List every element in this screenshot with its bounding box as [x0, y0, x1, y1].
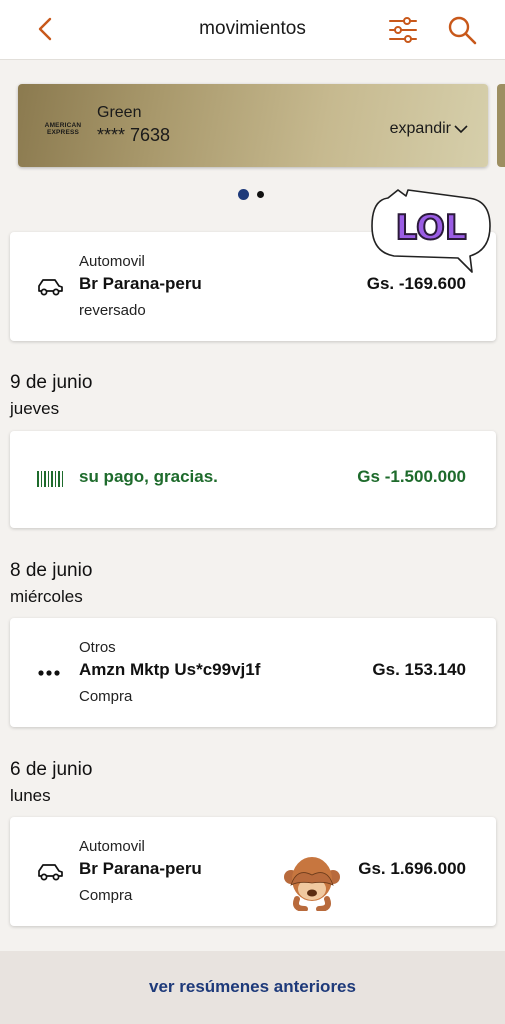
- barcode-icon: [37, 471, 63, 487]
- amex-logo: AMERICAN EXPRESS: [44, 122, 82, 136]
- transaction-status: Compra: [79, 887, 133, 904]
- transaction-amount: Gs. 1.696.000: [358, 859, 466, 878]
- pager-dot-active[interactable]: [238, 189, 249, 200]
- lol-sticker: LOL: [371, 189, 491, 273]
- pager-dot[interactable]: [257, 191, 264, 198]
- top-bar: movimientos: [0, 0, 505, 60]
- more-dots-icon: [38, 670, 60, 676]
- transaction-amount: Gs. -169.600: [366, 274, 466, 293]
- transaction-row[interactable]: Automovil Br Parana-peru Compra Gs. 1.69…: [10, 817, 496, 926]
- chevron-down-icon: [454, 125, 468, 134]
- car-icon: [38, 864, 63, 881]
- car-icon: [38, 279, 63, 296]
- transaction-category: Automovil: [79, 253, 145, 270]
- see-no-evil-monkey-icon: [284, 857, 340, 911]
- page-title: movimientos: [199, 18, 306, 39]
- transaction-amount: Gs. 153.140: [372, 660, 466, 679]
- transaction-category: Otros: [79, 639, 116, 656]
- expand-button[interactable]: expandir: [390, 120, 468, 138]
- transaction-status: Compra: [79, 688, 133, 705]
- next-card-peek[interactable]: [497, 84, 505, 167]
- transaction-amount: Gs -1.500.000: [357, 467, 466, 486]
- transaction-merchant: su pago, gracias.: [79, 467, 218, 486]
- sliders-icon[interactable]: [388, 16, 418, 44]
- transaction-row[interactable]: su pago, gracias. Gs -1.500.000: [10, 431, 496, 528]
- lol-sticker-text: LOL: [395, 208, 466, 248]
- transaction-merchant: Br Parana-peru: [79, 859, 202, 878]
- date-heading: 6 de junio: [10, 759, 93, 780]
- previous-statements-link[interactable]: ver resúmenes anteriores: [0, 977, 505, 997]
- weekday-label: lunes: [10, 786, 51, 805]
- card-brand: Green: [97, 104, 142, 121]
- card-pager[interactable]: [238, 189, 264, 200]
- transaction-merchant: Br Parana-peru: [79, 274, 202, 293]
- footer-bar: ver resúmenes anteriores: [0, 951, 505, 1024]
- credit-card[interactable]: AMERICAN EXPRESS Green **** 7638 expandi…: [18, 84, 488, 167]
- transaction-row[interactable]: Otros Amzn Mktp Us*c99vj1f Compra Gs. 15…: [10, 618, 496, 727]
- expand-label: expandir: [389, 120, 451, 137]
- transaction-status: reversado: [79, 302, 146, 319]
- weekday-label: jueves: [10, 399, 60, 418]
- transaction-category: Automovil: [79, 838, 145, 855]
- search-icon[interactable]: [446, 14, 478, 46]
- date-heading: 8 de junio: [10, 560, 93, 581]
- card-number: **** 7638: [97, 125, 171, 145]
- transaction-merchant: Amzn Mktp Us*c99vj1f: [79, 660, 261, 679]
- date-heading: 9 de junio: [10, 372, 93, 393]
- weekday-label: miércoles: [10, 587, 83, 606]
